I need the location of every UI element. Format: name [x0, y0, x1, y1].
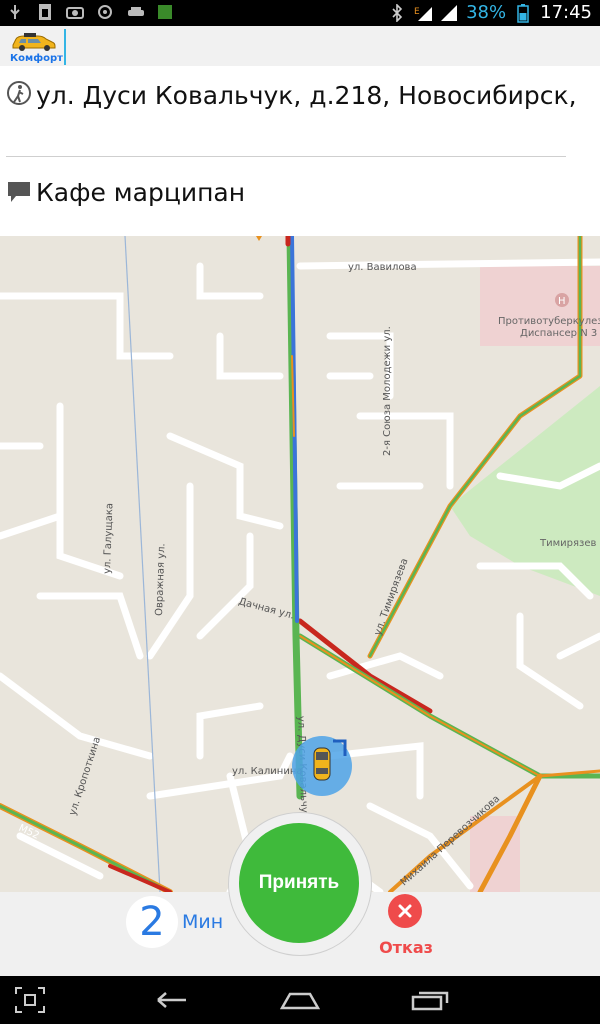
map-view[interactable]: H ул. Вавилова 2-я Союза Молодежи ул. ул… — [0, 236, 600, 892]
tariff-selector[interactable]: Комфорт — [8, 29, 66, 65]
navigation-bar — [0, 976, 600, 1024]
svg-text:ул. Калинина: ул. Калинина — [232, 766, 303, 777]
file-icon — [36, 3, 54, 21]
tariff-label: Комфорт — [10, 53, 63, 64]
back-icon[interactable] — [152, 984, 192, 1016]
system-icons: E 38% 17:45 — [388, 2, 592, 24]
top-bar: Комфорт — [0, 26, 600, 67]
svg-text:E: E — [414, 7, 420, 17]
camera-icon — [66, 3, 84, 21]
info-person-icon — [7, 81, 31, 105]
close-icon[interactable] — [388, 894, 422, 928]
screenshot-icon[interactable] — [10, 984, 50, 1016]
order-comment: Кафе марципан — [36, 177, 246, 207]
svg-text:Тимирязев: Тимирязев — [539, 538, 596, 549]
address-row: ул. Дуси Ковальчук, д.218, Новосибирск, — [6, 78, 596, 148]
svg-text:Противотуберкулез: Противотуберкулез — [498, 316, 600, 327]
status-bar: E 38% 17:45 — [0, 0, 600, 26]
location-icon — [96, 3, 114, 21]
order-info-panel: ул. Дуси Ковальчук, д.218, Новосибирск, … — [0, 66, 600, 236]
reject-button[interactable]: Отказ — [376, 894, 436, 964]
svg-text:Диспансер N 3: Диспансер N 3 — [520, 328, 597, 339]
svg-text:ул. Вавилова: ул. Вавилова — [348, 262, 417, 273]
accept-button[interactable]: Принять — [239, 823, 359, 943]
svg-text:2-я Союза Молодежи ул.: 2-я Союза Молодежи ул. — [382, 326, 393, 456]
notification-icons — [6, 3, 174, 21]
battery-icon — [514, 4, 532, 23]
usb-icon — [6, 3, 24, 21]
pickup-address: ул. Дуси Ковальчук, д.218, Новосибирск, — [36, 81, 577, 110]
signal-icon — [440, 4, 458, 22]
eta-display: 2 Мин — [126, 896, 223, 948]
app-icon — [156, 3, 174, 21]
battery-percent: 38% — [466, 2, 507, 23]
taxi-car-icon — [12, 33, 56, 51]
svg-text:H: H — [558, 296, 566, 307]
eta-value: 2 — [126, 896, 178, 948]
reject-label: Отказ — [379, 938, 433, 957]
bluetooth-icon — [388, 4, 406, 22]
recent-apps-icon[interactable] — [410, 984, 450, 1016]
divider — [6, 156, 566, 157]
car-icon — [126, 3, 144, 21]
clock: 17:45 — [540, 2, 592, 23]
comment-icon — [8, 182, 30, 202]
home-icon[interactable] — [280, 984, 320, 1016]
eta-unit: Мин — [182, 911, 224, 933]
edge-signal-icon: E — [414, 4, 433, 22]
comment-row: Кафе марципан — [6, 170, 596, 214]
